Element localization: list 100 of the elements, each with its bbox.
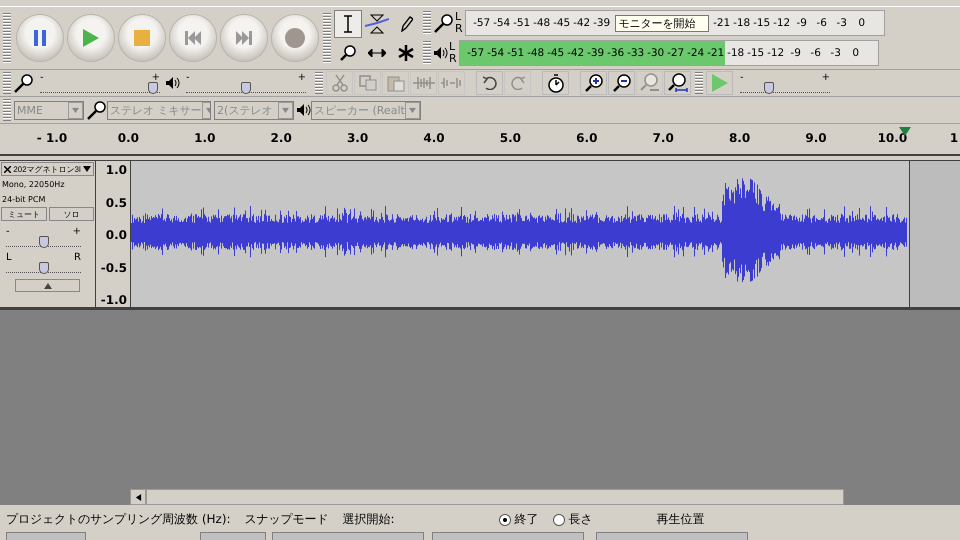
meter-tick-label: -36 (606, 47, 626, 59)
slider-thumb[interactable] (38, 236, 48, 248)
meter-tick-label: -39 (586, 47, 606, 59)
left-arrow-icon (134, 494, 142, 500)
skip-end-icon (236, 31, 252, 45)
scroll-left-button[interactable] (130, 489, 146, 505)
selection-start-label: 選択開始: (342, 511, 395, 528)
collapse-arrow-icon (44, 282, 52, 290)
meter-tick-label: -42 (566, 47, 586, 59)
slider-max-label: + (152, 73, 160, 82)
meter-tick-label: -9 (789, 47, 802, 59)
ruler-label: 0.0 (118, 131, 140, 145)
toolbar-grip (423, 41, 431, 65)
timer-button[interactable] (542, 71, 569, 95)
ruler-label: 3.0 (346, 131, 368, 145)
speaker-icon (434, 46, 448, 60)
ruler-label: 6.0 (576, 131, 598, 145)
playback-position-label: 再生位置 (656, 511, 705, 528)
pause-button[interactable] (16, 14, 64, 62)
tooltip: モニターを開始 (614, 14, 709, 32)
meter-tick-label: -48 (532, 17, 552, 29)
pencil-icon (399, 16, 413, 32)
meter-tick-label: -51 (506, 47, 526, 59)
device-name: ステレオ ミキサー (110, 102, 202, 118)
toolbar-grip (423, 11, 431, 35)
collapse-button[interactable] (15, 279, 80, 292)
asterisk-icon (398, 44, 414, 60)
ruler-label: 10.0 (878, 131, 908, 145)
slider-thumb[interactable] (241, 82, 251, 94)
amplitude-label: 0.0 (106, 228, 127, 242)
snap-mode-label: スナップモード (244, 511, 329, 528)
paste-icon (386, 74, 404, 92)
microphone-icon (87, 100, 107, 120)
dropdown-arrow-icon (72, 106, 79, 114)
ruler-label: 1.0 (194, 131, 216, 145)
scissors-icon (330, 74, 348, 92)
meter-tick-label: -33 (626, 47, 646, 59)
amplitude-label: 0.5 (106, 196, 127, 210)
radio-option[interactable]: 終了 (498, 511, 539, 528)
fit-project-button[interactable] (664, 71, 691, 95)
timeline-ruler[interactable]: - 1.0 0.0 1.0 2.0 3.0 4.0 5.0 6.0 7.0 8.0 9.0 10.0 1 (0, 124, 960, 156)
slider-thumb[interactable] (38, 262, 48, 274)
meter-tick-label: -3 (835, 17, 848, 29)
channel-label: R (449, 53, 457, 65)
skip-start-icon (184, 31, 200, 45)
meter-tick-label: -15 (752, 17, 772, 29)
meter-tick-label: -24 (686, 47, 706, 59)
slider-max-label: + (298, 73, 306, 82)
track-name-menu[interactable]: 202マグネトロン3l (1, 162, 94, 176)
zoom-out-icon (612, 74, 630, 92)
mute-button[interactable]: ミュート (1, 207, 46, 221)
select-tool-button[interactable] (334, 10, 362, 38)
record-icon (284, 28, 304, 48)
toolbar-grip (695, 72, 703, 94)
slider-thumb[interactable] (764, 82, 774, 94)
device-name: MME (17, 104, 43, 116)
toolbar-grip (3, 99, 11, 121)
track-name: 202マグネトロン3l (13, 164, 81, 174)
meter-tick-label: -18 (726, 47, 746, 59)
device-name: 2(ステレオ (217, 102, 272, 118)
redo-icon (510, 76, 526, 90)
solo-button[interactable]: ソロ (48, 207, 94, 221)
meter-tick-label: -57 (466, 47, 486, 59)
i-beam-icon (343, 14, 353, 32)
meter-tick-label: 0 (851, 47, 860, 59)
slider-thumb[interactable] (148, 82, 158, 94)
playback-meter[interactable]: -57 -54 -51 -48 -45 -42 -39 -36 -33 -30 -27 -24 -21 -18 -15 -12 -9 -6 -3 0 (458, 40, 879, 66)
meter-tick-label: -27 (666, 47, 686, 59)
ruler-label: 7.0 (652, 131, 674, 145)
envelope-icon (365, 14, 389, 34)
ruler-label: 2.0 (270, 131, 292, 145)
ruler-label: - 1.0 (36, 131, 68, 145)
slider-min-label: - (6, 227, 10, 236)
toolbar-grip (315, 72, 323, 94)
meter-tick-label: -21 (712, 17, 732, 29)
play-button[interactable] (66, 14, 114, 62)
zoom-out-button[interactable] (608, 71, 635, 95)
dropdown-arrow-icon (409, 106, 416, 114)
amplitude-label: -0.5 (100, 260, 127, 274)
play-icon (82, 29, 98, 47)
zoom-in-button[interactable] (580, 71, 607, 95)
microphone-icon (14, 73, 34, 93)
channel-label: L (455, 11, 462, 23)
zoom-fit-icon (640, 73, 660, 93)
toolbar-grip (3, 13, 11, 63)
scrollbar-thumb[interactable] (146, 489, 844, 505)
dropdown-arrow-icon (282, 106, 289, 114)
sample-rate-label: プロジェクトのサンプリング周波数 (Hz): (6, 511, 231, 528)
meter-tick-label: -9 (795, 17, 808, 29)
radio-option[interactable]: 長さ (552, 511, 593, 528)
stop-icon (134, 30, 150, 46)
meter-tick-label: -15 (746, 47, 766, 59)
ruler-label: 5.0 (500, 131, 522, 145)
meter-tick-label: -21 (706, 47, 726, 59)
silence-icon (440, 75, 462, 91)
slider-min-label: - (40, 73, 44, 82)
meter-tick-label: -6 (809, 47, 822, 59)
record-meter[interactable]: -57 -54 -51 -48 -45 -42 -39 モニターを開始 -21 -18 -15 -12 -9 -6 -3 0 (464, 10, 885, 36)
meter-tick-label: -45 (546, 47, 566, 59)
undo-button[interactable] (476, 71, 503, 95)
